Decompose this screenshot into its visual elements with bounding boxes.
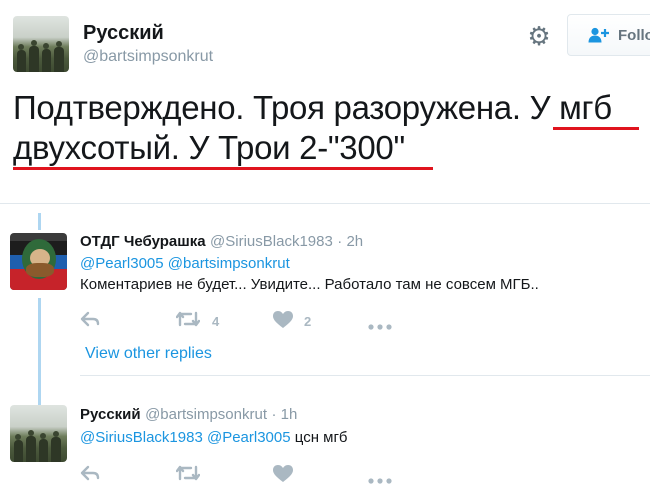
reply-avatar[interactable]	[10, 233, 67, 290]
like-count: 2	[304, 314, 312, 329]
more-icon[interactable]	[368, 317, 392, 335]
retweet-count: 4	[212, 314, 220, 329]
reply-text: цсн мгб	[294, 429, 348, 446]
reply-mentions: @Pearl3005 @bartsimpsonkrut	[80, 255, 290, 272]
heart-icon[interactable]	[273, 465, 293, 488]
annotation-underline	[13, 167, 433, 170]
more-icon[interactable]	[368, 471, 392, 489]
thread-line	[38, 213, 41, 230]
gear-icon[interactable]: ⚙	[525, 22, 553, 50]
mention-link[interactable]: @SiriusBlack1983	[80, 429, 203, 446]
reply-author-handle[interactable]: @bartsimpsonkrut	[145, 406, 267, 423]
mention-link[interactable]: @Pearl3005	[207, 429, 291, 446]
reply-avatar[interactable]	[10, 405, 67, 462]
reply-author-name[interactable]: Русский	[80, 406, 141, 423]
reply-text: Коментариев не будет... Увидите... Работ…	[80, 276, 539, 293]
reply-timestamp[interactable]: · 2h	[337, 233, 363, 250]
follow-label: Follo	[618, 26, 650, 44]
mention-link[interactable]: @bartsimpsonkrut	[168, 255, 290, 272]
annotation-underline	[553, 127, 639, 130]
author-avatar[interactable]	[13, 16, 69, 72]
retweet-icon[interactable]	[175, 465, 201, 486]
reply-header: Русский @bartsimpsonkrut · 1h	[80, 406, 297, 424]
heart-icon[interactable]	[273, 311, 293, 334]
reply-timestamp[interactable]: · 1h	[271, 406, 297, 423]
divider	[0, 203, 650, 204]
thread-line	[38, 298, 41, 405]
mention-link[interactable]: @Pearl3005	[80, 255, 164, 272]
reply-icon[interactable]	[80, 311, 100, 332]
tweet-line-1: Подтверждено. Троя разоружена. У мгб	[13, 89, 612, 126]
author-handle[interactable]: @bartsimpsonkrut	[83, 48, 213, 66]
author-name[interactable]: Русский	[83, 22, 164, 45]
tweet-line-2: двухсотый. У Трои 2-"300"	[13, 129, 405, 166]
follow-button[interactable]: Follo	[567, 14, 650, 56]
reply-icon[interactable]	[80, 465, 100, 486]
retweet-icon[interactable]	[175, 311, 201, 332]
reply-text-line: @SiriusBlack1983 @Pearl3005 цсн мгб	[80, 429, 348, 446]
divider	[80, 375, 650, 376]
reply-header: ОТДГ Чебурашка @SiriusBlack1983 · 2h	[80, 233, 363, 251]
reply-author-handle[interactable]: @SiriusBlack1983	[210, 233, 333, 250]
view-other-replies-link[interactable]: View other replies	[85, 345, 212, 363]
reply-author-name[interactable]: ОТДГ Чебурашка	[80, 233, 206, 250]
add-user-icon	[588, 27, 609, 43]
